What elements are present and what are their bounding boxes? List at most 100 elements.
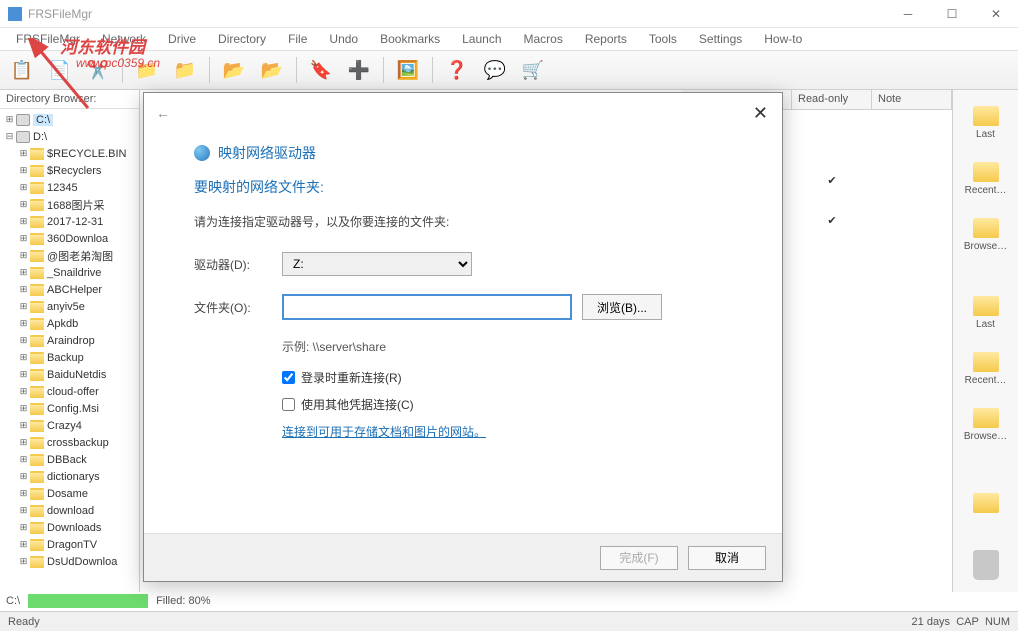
expand-icon[interactable]: ⊞	[18, 182, 29, 193]
tree-folder[interactable]: ⊞Downloads	[0, 519, 139, 536]
directory-tree[interactable]: ⊞ C:\ ⊟ D:\ ⊞$RECYCLE.BIN⊞$Recyclers⊞123…	[0, 109, 139, 592]
sidebar-recent-1[interactable]: Recent…	[961, 154, 1011, 204]
storage-website-link[interactable]: 连接到可用于存储文档和图片的网站。	[282, 423, 732, 440]
sidebar-recent-2[interactable]: Recent…	[961, 344, 1011, 394]
minimize-button[interactable]: ─	[886, 0, 930, 28]
cut-button[interactable]: ✂️	[82, 54, 114, 86]
picture-button[interactable]: 🖼️	[392, 54, 424, 86]
tree-folder[interactable]: ⊞360Downloa	[0, 230, 139, 247]
menu-launch[interactable]: Launch	[452, 30, 511, 48]
cart-button[interactable]: 🛒	[517, 54, 549, 86]
expand-icon[interactable]: ⊞	[18, 301, 29, 312]
expand-icon[interactable]: ⊞	[18, 284, 29, 295]
menu-settings[interactable]: Settings	[689, 30, 752, 48]
expand-icon[interactable]: ⊞	[18, 250, 29, 261]
browse-button[interactable]: 浏览(B)...	[582, 294, 662, 320]
reconnect-checkbox-row[interactable]: 登录时重新连接(R)	[282, 369, 732, 386]
expand-icon[interactable]: ⊞	[18, 335, 29, 346]
expand-icon[interactable]: ⊞	[18, 420, 29, 431]
tree-folder[interactable]: ⊞Backup	[0, 349, 139, 366]
credentials-checkbox[interactable]	[282, 398, 295, 411]
tree-folder[interactable]: ⊞Crazy4	[0, 417, 139, 434]
tree-folder[interactable]: ⊞1688图片采	[0, 196, 139, 213]
sidebar-last-2[interactable]: Last	[961, 288, 1011, 338]
expand-icon[interactable]: ⊞	[18, 403, 29, 414]
dialog-close-button[interactable]: ✕	[753, 103, 768, 124]
collapse-icon[interactable]: ⊟	[4, 131, 15, 142]
trash-icon[interactable]	[973, 550, 999, 580]
tree-folder[interactable]: ⊞@图老弟淘图	[0, 247, 139, 264]
menu-network[interactable]: Network	[92, 30, 156, 48]
expand-icon[interactable]: ⊞	[18, 522, 29, 533]
tree-folder[interactable]: ⊞_Snaildrive	[0, 264, 139, 281]
expand-icon[interactable]: ⊞	[18, 216, 29, 227]
expand-icon[interactable]: ⊞	[18, 148, 29, 159]
sidebar-last-1[interactable]: Last	[961, 98, 1011, 148]
tree-drive-d[interactable]: ⊟ D:\	[0, 128, 139, 145]
new-item-button[interactable]: ➕	[343, 54, 375, 86]
expand-icon[interactable]: ⊞	[18, 505, 29, 516]
paste-button[interactable]: 📄	[44, 54, 76, 86]
menu-macros[interactable]: Macros	[514, 30, 573, 48]
tree-folder[interactable]: ⊞dictionarys	[0, 468, 139, 485]
chat-button[interactable]: 💬	[479, 54, 511, 86]
folder2-button[interactable]: 📁	[169, 54, 201, 86]
folder-input[interactable]	[282, 294, 572, 320]
menu-frsfilemgr[interactable]: FRSFileMgr	[6, 30, 90, 48]
tree-folder[interactable]: ⊞crossbackup	[0, 434, 139, 451]
tree-folder[interactable]: ⊞ABCHelper	[0, 281, 139, 298]
tree-folder[interactable]: ⊞anyiv5e	[0, 298, 139, 315]
sidebar-add[interactable]	[961, 478, 1011, 528]
tree-folder[interactable]: ⊞BaiduNetdis	[0, 366, 139, 383]
menu-tools[interactable]: Tools	[639, 30, 687, 48]
col-notes[interactable]: Note	[872, 90, 952, 109]
open-folder-button[interactable]: 📂	[218, 54, 250, 86]
menu-file[interactable]: File	[278, 30, 317, 48]
copy-button[interactable]: 📋	[6, 54, 38, 86]
tree-folder[interactable]: ⊞$Recyclers	[0, 162, 139, 179]
tree-folder[interactable]: ⊞DragonTV	[0, 536, 139, 553]
dialog-back-button[interactable]: ←	[156, 105, 170, 121]
menu-reports[interactable]: Reports	[575, 30, 637, 48]
tree-folder[interactable]: ⊞$RECYCLE.BIN	[0, 145, 139, 162]
expand-icon[interactable]: ⊞	[18, 318, 29, 329]
tree-folder[interactable]: ⊞Dosame	[0, 485, 139, 502]
tree-folder[interactable]: ⊞2017-12-31	[0, 213, 139, 230]
sidebar-browse-1[interactable]: Browse…	[961, 210, 1011, 260]
menu-howto[interactable]: How-to	[754, 30, 812, 48]
help-button[interactable]: ❓	[441, 54, 473, 86]
sidebar-browse-2[interactable]: Browse…	[961, 400, 1011, 450]
tree-folder[interactable]: ⊞Araindrop	[0, 332, 139, 349]
finish-button[interactable]: 完成(F)	[600, 546, 678, 570]
menu-bookmarks[interactable]: Bookmarks	[370, 30, 450, 48]
expand-icon[interactable]: ⊞	[18, 471, 29, 482]
credentials-checkbox-row[interactable]: 使用其他凭据连接(C)	[282, 396, 732, 413]
expand-icon[interactable]: ⊞	[18, 165, 29, 176]
folder1-button[interactable]: 📁	[131, 54, 163, 86]
reconnect-checkbox[interactable]	[282, 371, 295, 384]
expand-icon[interactable]: ⊞	[4, 114, 15, 125]
maximize-button[interactable]: ☐	[930, 0, 974, 28]
close-button[interactable]: ✕	[974, 0, 1018, 28]
tree-folder[interactable]: ⊞DsUdDownloa	[0, 553, 139, 570]
menu-undo[interactable]: Undo	[319, 30, 368, 48]
open-folder2-button[interactable]: 📂	[256, 54, 288, 86]
expand-icon[interactable]: ⊞	[18, 488, 29, 499]
col-readonly[interactable]: Read-only	[792, 90, 872, 109]
bookmark-add-button[interactable]: 🔖	[305, 54, 337, 86]
tree-folder[interactable]: ⊞12345	[0, 179, 139, 196]
drive-select[interactable]: Z:	[282, 252, 472, 276]
tree-drive-c[interactable]: ⊞ C:\	[0, 111, 139, 128]
expand-icon[interactable]: ⊞	[18, 267, 29, 278]
expand-icon[interactable]: ⊞	[18, 454, 29, 465]
tree-folder[interactable]: ⊞download	[0, 502, 139, 519]
menu-directory[interactable]: Directory	[208, 30, 276, 48]
tree-folder[interactable]: ⊞DBBack	[0, 451, 139, 468]
expand-icon[interactable]: ⊞	[18, 556, 29, 567]
expand-icon[interactable]: ⊞	[18, 199, 29, 210]
tree-folder[interactable]: ⊞Apkdb	[0, 315, 139, 332]
expand-icon[interactable]: ⊞	[18, 437, 29, 448]
expand-icon[interactable]: ⊞	[18, 386, 29, 397]
expand-icon[interactable]: ⊞	[18, 233, 29, 244]
cancel-button[interactable]: 取消	[688, 546, 766, 570]
